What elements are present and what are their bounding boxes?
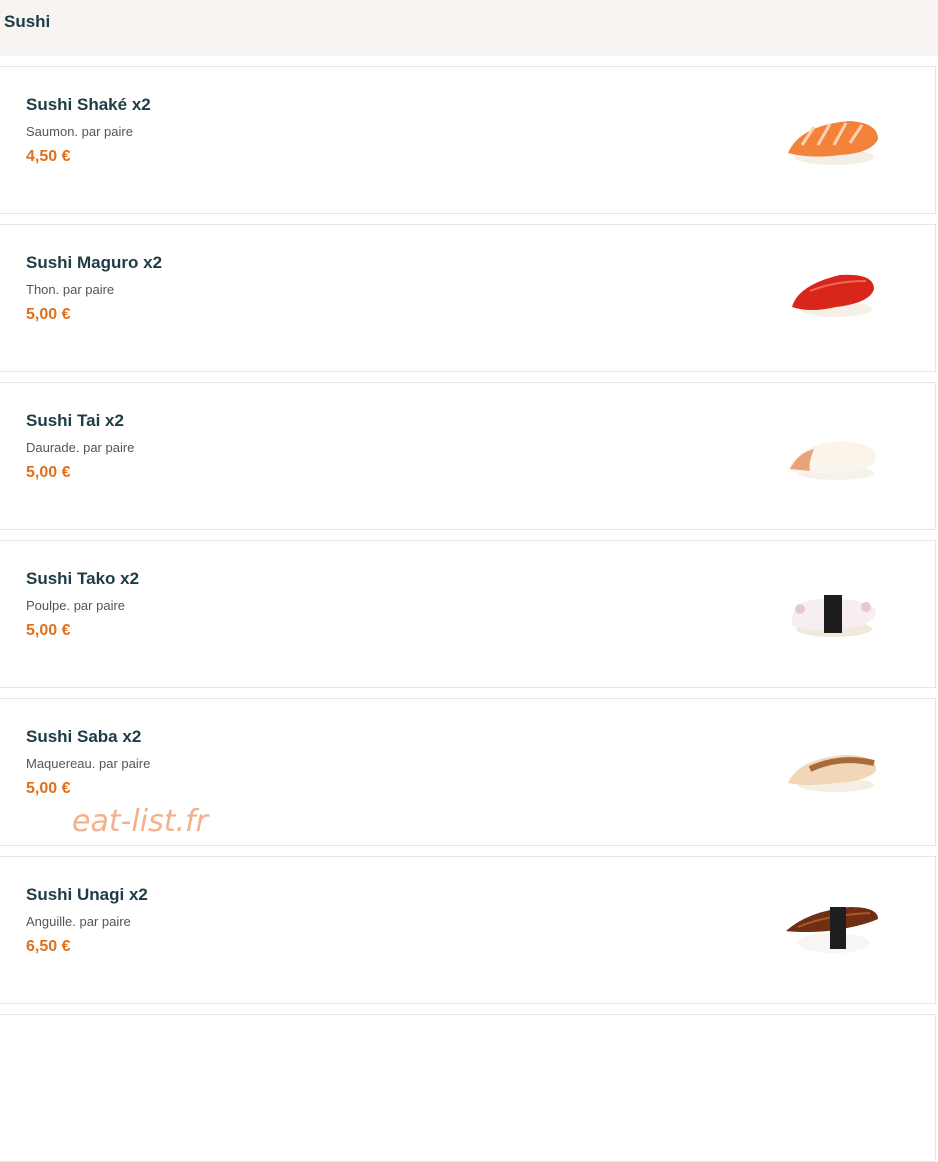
tuna-nigiri-icon xyxy=(780,255,884,343)
item-name: Sushi Tako x2 xyxy=(26,569,140,588)
item-description: Saumon. par paire xyxy=(26,124,133,139)
section-title: Sushi xyxy=(4,12,51,31)
item-name: Sushi Shaké x2 xyxy=(26,95,151,114)
item-name: Sushi Maguro x2 xyxy=(26,253,163,272)
menu-item-card[interactable] xyxy=(0,1014,936,1162)
item-description: Maquereau. par paire xyxy=(26,756,151,771)
sea-bream-nigiri-icon xyxy=(780,413,884,501)
item-description: Poulpe. par paire xyxy=(26,598,126,613)
menu-item-card[interactable]: Sushi Tako x2 Poulpe. par paire 5,00 € xyxy=(0,540,936,688)
mackerel-nigiri-icon xyxy=(780,729,884,817)
item-price: 5,00 € xyxy=(26,780,71,797)
section-header: Sushi xyxy=(0,0,938,56)
watermark: eat-list.fr xyxy=(72,804,208,839)
eel-nigiri-icon xyxy=(780,887,884,975)
menu-item-card[interactable]: Sushi Maguro x2 Thon. par paire 5,00 € xyxy=(0,224,936,372)
item-price: 5,00 € xyxy=(26,464,71,481)
item-price: 4,50 € xyxy=(26,148,71,165)
item-name: Sushi Saba x2 xyxy=(26,727,142,746)
item-price: 6,50 € xyxy=(26,938,71,955)
salmon-nigiri-icon xyxy=(780,97,884,185)
menu-item-card[interactable]: Sushi Shaké x2 Saumon. par paire 4,50 € xyxy=(0,66,936,214)
item-description: Thon. par paire xyxy=(26,282,115,297)
menu-item-card[interactable]: Sushi Tai x2 Daurade. par paire 5,00 € xyxy=(0,382,936,530)
item-description: Daurade. par paire xyxy=(26,440,135,455)
item-price: 5,00 € xyxy=(26,622,71,639)
octopus-nigiri-icon xyxy=(780,571,884,659)
item-description: Anguille. par paire xyxy=(26,914,131,929)
item-name: Sushi Unagi x2 xyxy=(26,885,148,904)
item-name: Sushi Tai x2 xyxy=(26,411,124,430)
item-price: 5,00 € xyxy=(26,306,71,323)
menu-item-card[interactable]: Sushi Unagi x2 Anguille. par paire 6,50 … xyxy=(0,856,936,1004)
